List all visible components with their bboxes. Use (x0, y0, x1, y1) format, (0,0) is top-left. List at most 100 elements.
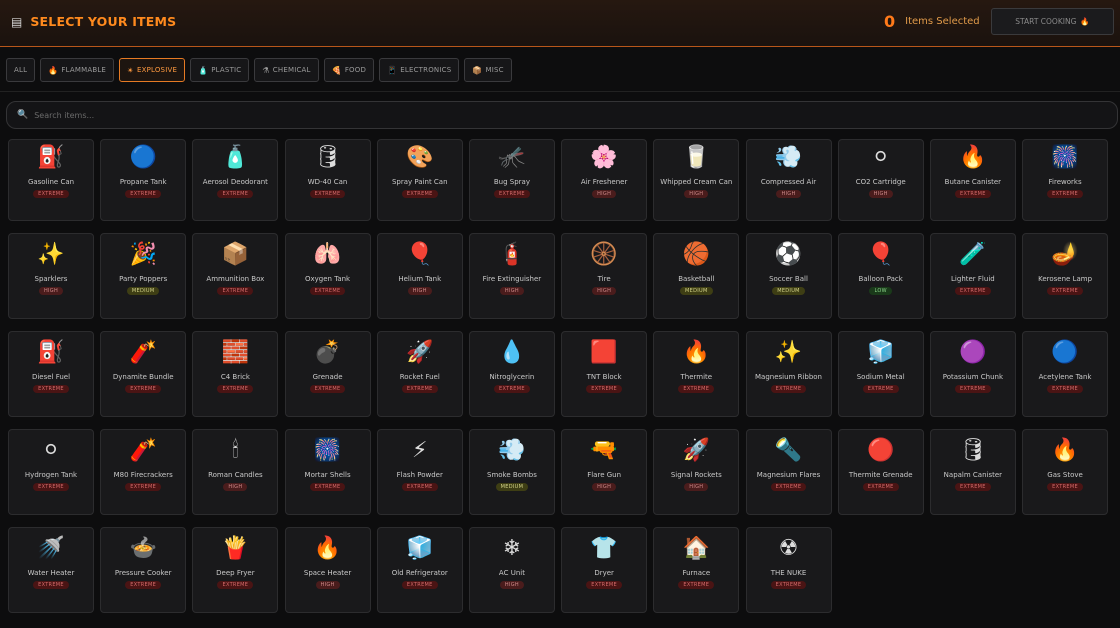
item-icon: 🫁 (313, 242, 342, 267)
item-card[interactable]: 🔥 Space Heater HIGH (284, 527, 371, 613)
item-card[interactable]: 🫁 Oxygen Tank EXTREME (284, 233, 371, 319)
danger-badge: HIGH (407, 287, 432, 295)
item-card[interactable]: 🧱 C4 Brick EXTREME (192, 331, 279, 417)
item-card[interactable]: ⚡ Flash Powder EXTREME (376, 429, 463, 515)
item-card[interactable]: 🎈 Balloon Pack LOW (837, 233, 924, 319)
item-card[interactable]: 🪔 Kerosene Lamp EXTREME (1022, 233, 1109, 319)
item-name: Aerosol Deodorant (202, 178, 268, 186)
item-card[interactable]: 💣 Grenade EXTREME (284, 331, 371, 417)
item-name: Flare Gun (587, 471, 622, 479)
item-card[interactable]: 🔥 Gas Stove EXTREME (1022, 429, 1109, 515)
item-name: AC Unit (498, 569, 525, 577)
danger-badge: EXTREME (494, 385, 530, 393)
item-card[interactable]: 🥛 Whipped Cream Can HIGH (653, 139, 740, 221)
item-name: Roman Candles (208, 471, 263, 479)
filter-explosive-button[interactable]: ✴ EXPLOSIVE (119, 58, 186, 82)
item-card[interactable]: 🟣 Potassium Chunk EXTREME (929, 331, 1016, 417)
item-card[interactable]: 🧊 Old Refrigerator EXTREME (376, 527, 463, 613)
plastic-icon: 🧴 (198, 65, 209, 75)
item-name: Lighter Fluid (951, 275, 995, 283)
filter-misc-button[interactable]: 📦 MISC (464, 58, 512, 82)
filter-plastic-button[interactable]: 🧴 PLASTIC (190, 58, 250, 82)
item-card[interactable]: ⚽ Soccer Ball MEDIUM (745, 233, 832, 319)
item-card[interactable]: ⚪ CO2 Cartridge HIGH (837, 139, 924, 221)
item-card[interactable]: 🧪 Lighter Fluid EXTREME (929, 233, 1016, 319)
item-icon: 🔥 (682, 340, 711, 365)
item-card[interactable]: 📦 Ammunition Box EXTREME (192, 233, 279, 319)
item-card[interactable]: 🔥 Thermite EXTREME (653, 331, 740, 417)
item-icon: 📦 (221, 242, 250, 267)
item-name: Ammunition Box (206, 275, 265, 283)
item-card[interactable]: 🎆 Mortar Shells EXTREME (284, 429, 371, 515)
item-card[interactable]: 🎨 Spray Paint Can EXTREME (376, 139, 463, 221)
item-card[interactable]: 🔥 Butane Canister EXTREME (929, 139, 1016, 221)
item-card[interactable]: 🧊 Sodium Metal EXTREME (837, 331, 924, 417)
item-card[interactable]: 🦟 Bug Spray EXTREME (468, 139, 555, 221)
item-card[interactable]: 🔵 Acetylene Tank EXTREME (1022, 331, 1109, 417)
item-card[interactable]: 🧨 Dynamite Bundle EXTREME (100, 331, 187, 417)
item-card[interactable]: ⛽ Gasoline Can EXTREME (8, 139, 94, 221)
danger-badge: EXTREME (954, 190, 991, 198)
item-grid: ⛽ Gasoline Can EXTREME 🔵 Propane Tank EXTREME… (8, 139, 1118, 613)
item-card[interactable]: ❄ AC Unit HIGH (468, 527, 555, 613)
item-card[interactable]: ✨ Magnesium Ribbon EXTREME (745, 331, 832, 417)
item-icon: 👕 (590, 536, 618, 561)
danger-badge: HIGH (684, 190, 709, 198)
search-bar[interactable]: 🔍 (6, 101, 1118, 129)
item-card[interactable]: 🛞 Tire HIGH (561, 233, 648, 319)
danger-badge: EXTREME (770, 483, 807, 491)
item-name: Sparklers (34, 275, 68, 283)
item-card[interactable]: 🧴 Aerosol Deodorant EXTREME (192, 139, 279, 221)
filter-all-button[interactable]: ALL (6, 58, 36, 82)
item-card[interactable]: 🏠 Furnace EXTREME (653, 527, 740, 613)
item-card[interactable]: 🚿 Water Heater EXTREME (8, 527, 94, 613)
item-card[interactable]: 🏀 Basketball MEDIUM (653, 233, 740, 319)
item-card[interactable]: 🕯 Roman Candles HIGH (192, 429, 279, 515)
item-card[interactable]: 🎆 Fireworks EXTREME (1022, 139, 1109, 221)
item-card[interactable]: 💨 Compressed Air HIGH (745, 139, 832, 221)
item-card[interactable]: 💨 Smoke Bombs MEDIUM (468, 429, 555, 515)
search-icon: 🔍 (17, 110, 29, 120)
item-card[interactable]: ☢ THE NUKE EXTREME (745, 527, 832, 613)
item-name: Old Refrigerator (391, 569, 448, 577)
item-name: Space Heater (303, 569, 352, 577)
start-cooking-button[interactable]: START COOKING 🔥 (991, 8, 1114, 35)
item-card[interactable]: 🔫 Flare Gun HIGH (561, 429, 648, 515)
item-card[interactable]: 💧 Nitroglycerin EXTREME (468, 331, 555, 417)
item-card[interactable]: 🚀 Signal Rockets HIGH (653, 429, 740, 515)
item-icon: 🎈 (866, 242, 895, 267)
item-card[interactable]: 🟥 TNT Block EXTREME (561, 331, 648, 417)
item-card[interactable]: 🚀 Rocket Fuel EXTREME (376, 331, 463, 417)
item-card[interactable]: 🛢 WD-40 Can EXTREME (284, 139, 371, 221)
item-card[interactable]: ⛽ Diesel Fuel EXTREME (8, 331, 94, 417)
item-card[interactable]: 🔦 Magnesium Flares EXTREME (745, 429, 832, 515)
item-name: Signal Rockets (670, 471, 722, 479)
explosive-icon: ✴ (127, 65, 134, 75)
item-icon: ⚡ (412, 438, 428, 463)
item-icon: 🧊 (406, 536, 434, 561)
item-card[interactable]: 🍟 Deep Fryer EXTREME (192, 527, 279, 613)
filter-flammable-button[interactable]: 🔥 FLAMMABLE (40, 58, 115, 82)
item-card[interactable]: 🎉 Party Poppers MEDIUM (100, 233, 187, 319)
filter-chemical-button[interactable]: ⚗ CHEMICAL (254, 58, 319, 82)
item-card[interactable]: 🔵 Propane Tank EXTREME (100, 139, 187, 221)
item-card[interactable]: 🔴 Thermite Grenade EXTREME (837, 429, 924, 515)
filter-label: PLASTIC (211, 66, 242, 74)
item-card[interactable]: ⚪ Hydrogen Tank EXTREME (8, 429, 94, 515)
item-card[interactable]: 🧯 Fire Extinguisher HIGH (468, 233, 555, 319)
item-card[interactable]: 👕 Dryer EXTREME (561, 527, 648, 613)
filter-food-button[interactable]: 🍕 FOOD (323, 58, 375, 82)
danger-badge: HIGH (592, 287, 617, 295)
item-card[interactable]: 🍲 Pressure Cooker EXTREME (100, 527, 187, 613)
item-icon: 💨 (774, 145, 803, 170)
danger-badge: EXTREME (862, 483, 899, 491)
item-name: Helium Tank (398, 275, 442, 283)
filter-electronics-button[interactable]: 📱 ELECTRONICS (379, 58, 460, 82)
item-card[interactable]: ✨ Sparklers HIGH (8, 233, 94, 319)
item-card[interactable]: 🧨 M80 Firecrackers EXTREME (100, 429, 187, 515)
item-card[interactable]: 🛢 Napalm Canister EXTREME (929, 429, 1016, 515)
item-card[interactable]: 🌸 Air Freshener HIGH (561, 139, 648, 221)
item-card[interactable]: 🎈 Helium Tank HIGH (376, 233, 463, 319)
item-icon: 🔦 (774, 438, 803, 463)
search-input[interactable] (34, 110, 1035, 120)
